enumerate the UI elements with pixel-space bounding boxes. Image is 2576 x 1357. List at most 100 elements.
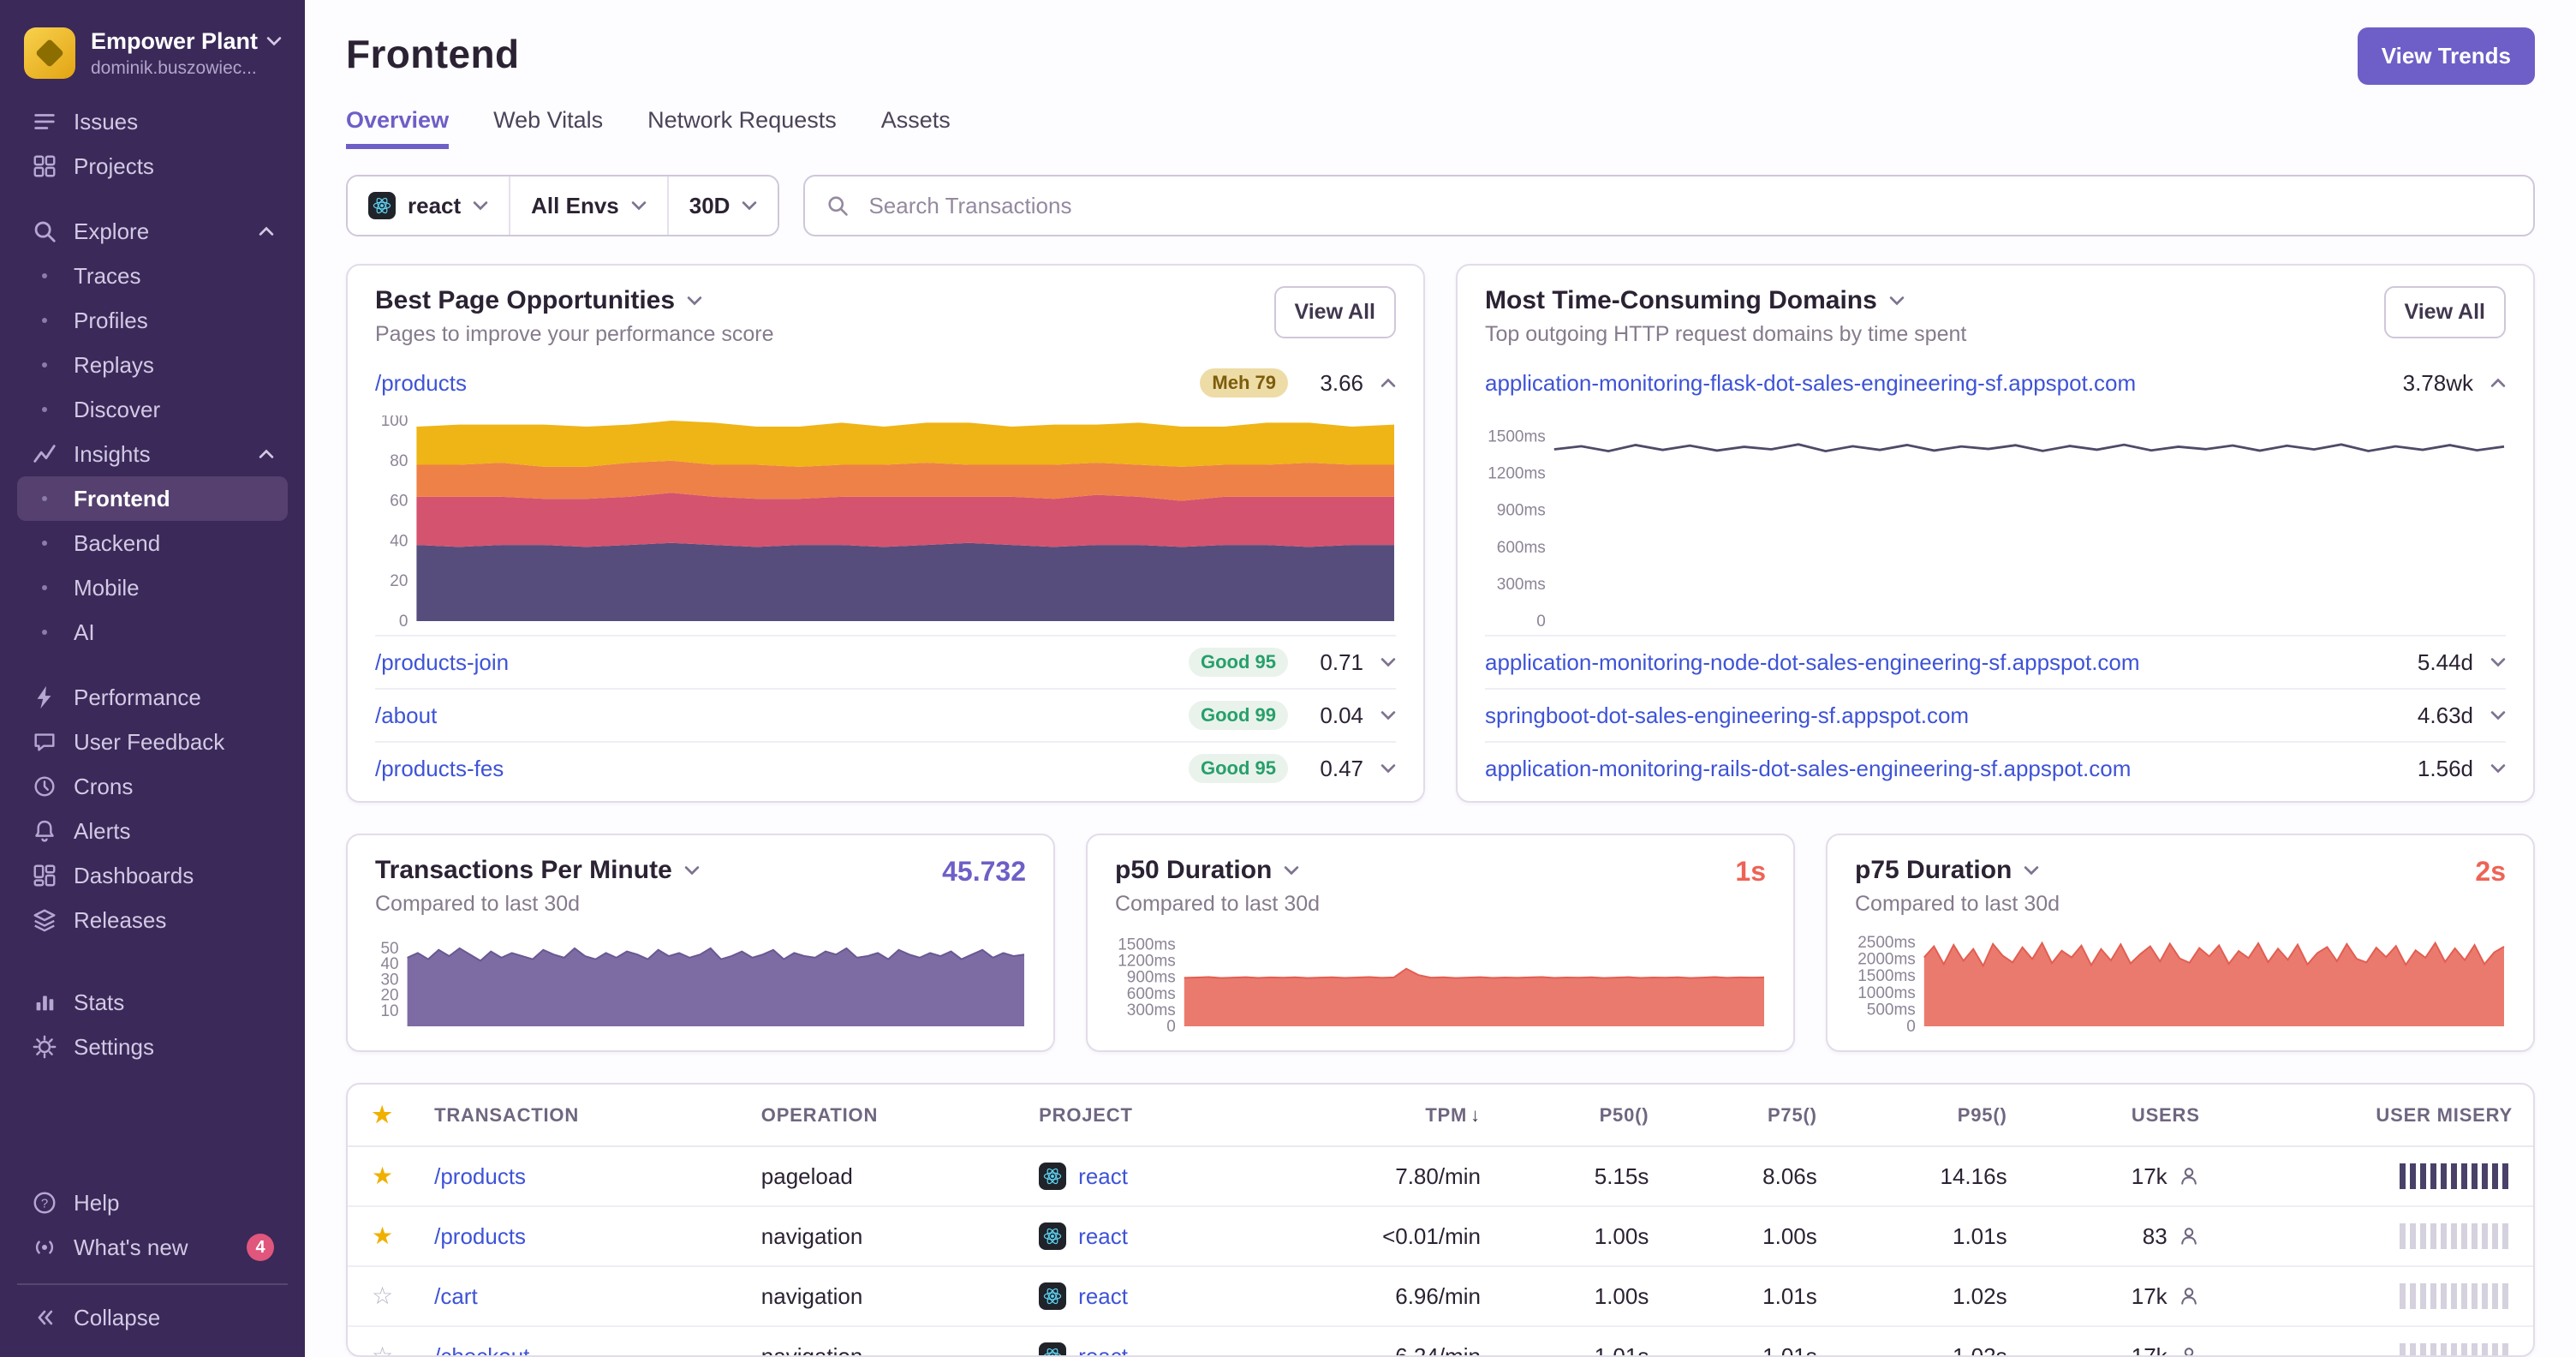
svg-text:20: 20 [390,572,408,590]
chevron-down-icon[interactable] [2490,657,2506,667]
org-switcher[interactable]: Empower Plant dominik.buszowiec... [0,14,305,99]
chevron-up-icon[interactable] [1380,378,1396,388]
svg-text:2500ms: 2500ms [1857,934,1916,952]
chevron-down-icon[interactable] [1284,865,1299,876]
transaction-link[interactable]: /checkout [434,1343,529,1356]
tab-assets[interactable]: Assets [881,107,951,149]
sidebar-section-explore[interactable]: Explore [17,209,288,254]
app-window: Empower Plant dominik.buszowiec... Issue… [0,0,2576,1357]
view-all-pages-button[interactable]: View All [1273,286,1396,338]
sidebar-item-frontend[interactable]: Frontend [17,476,288,521]
svg-text:900ms: 900ms [1497,502,1546,520]
sidebar-item-label: Stats [74,989,125,1015]
time-consuming-domains-panel: Most Time-Consuming Domains Top outgoing… [1456,264,2535,803]
sidebar-item-dashboards[interactable]: Dashboards [17,853,288,898]
domain-row-expanded[interactable]: application-monitoring-flask-dot-sales-e… [1485,354,2506,412]
metric-subtitle: Compared to last 30d [375,892,581,916]
sidebar-item-help[interactable]: ? Help [17,1181,288,1225]
p75-metric-card: p75 Duration 2s Compared to last 30d 0 50… [1826,834,2535,1052]
bar-chart-icon [31,989,58,1016]
sidebar-item-stats[interactable]: Stats [17,980,288,1025]
domain-link[interactable]: application-monitoring-rails-dot-sales-e… [1485,756,2131,782]
search-transactions-input[interactable] [865,190,2513,221]
view-trends-button[interactable]: View Trends [2357,27,2535,85]
chevron-down-icon[interactable] [684,865,700,876]
issues-icon [31,108,58,135]
sidebar-section-insights[interactable]: Insights [17,432,288,476]
sidebar-item-label: Frontend [74,485,170,511]
tab-overview[interactable]: Overview [346,107,449,149]
transaction-link[interactable]: /products [434,1163,526,1189]
domain-row[interactable]: application-monitoring-node-dot-sales-en… [1485,635,2506,688]
project-link[interactable]: react [1078,1163,1128,1190]
chevron-down-icon[interactable] [687,296,702,306]
p75-cell: 1.00s [1669,1206,1838,1267]
chevron-down-icon[interactable] [1380,763,1396,774]
page-row[interactable]: /products-fes Good 95 0.47 [375,741,1396,794]
page-link[interactable]: /about [375,702,437,729]
sidebar-item-performance[interactable]: Performance [17,675,288,720]
sidebar-item-releases[interactable]: Releases [17,898,288,942]
chevron-down-icon[interactable] [1380,710,1396,720]
sidebar-item-projects[interactable]: Projects [17,144,288,188]
tab-network-requests[interactable]: Network Requests [647,107,837,149]
project-link[interactable]: react [1078,1283,1128,1310]
star-toggle[interactable] [372,1342,393,1356]
users-count: 17k [2131,1282,2168,1309]
domain-link[interactable]: application-monitoring-flask-dot-sales-e… [1485,370,2136,397]
page-link[interactable]: /products [375,370,467,397]
page-link[interactable]: /products-fes [375,756,504,782]
tab-web-vitals[interactable]: Web Vitals [493,107,603,149]
domain-row[interactable]: springboot-dot-sales-engineering-sf.apps… [1485,688,2506,741]
chevron-down-icon[interactable] [2024,865,2039,876]
project-link[interactable]: react [1078,1343,1128,1356]
sidebar-item-replays[interactable]: Replays [17,343,288,387]
transaction-link[interactable]: /cart [434,1283,478,1309]
sidebar-item-alerts[interactable]: Alerts [17,809,288,853]
chevron-up-icon[interactable] [2490,378,2506,388]
chevron-down-icon[interactable] [1889,296,1905,306]
transaction-link[interactable]: /products [434,1223,526,1249]
p50-metric-card: p50 Duration 1s Compared to last 30d 0 30… [1086,834,1795,1052]
sidebar-item-issues[interactable]: Issues [17,99,288,144]
sidebar-collapse-button[interactable]: Collapse [17,1295,288,1340]
tpm-cell: 6.96/min [1255,1266,1501,1327]
sidebar-item-discover[interactable]: Discover [17,387,288,432]
page-row[interactable]: /about Good 99 0.04 [375,688,1396,741]
sidebar-item-ai[interactable]: AI [17,610,288,655]
sidebar-item-label: Projects [74,152,154,179]
sidebar-item-traces[interactable]: Traces [17,254,288,298]
chevron-down-icon[interactable] [1380,657,1396,667]
bullet-icon [31,630,58,635]
sidebar-item-mobile[interactable]: Mobile [17,565,288,610]
svg-text:300ms: 300ms [1497,576,1546,594]
domain-time-value: 3.78wk [2402,369,2473,396]
domain-link[interactable]: application-monitoring-node-dot-sales-en… [1485,649,2140,676]
star-toggle[interactable] [372,1222,393,1249]
env-filter[interactable]: All Envs [510,176,669,235]
svg-text:40: 40 [380,955,398,973]
project-link[interactable]: react [1078,1223,1128,1250]
sidebar-item-user-feedback[interactable]: User Feedback [17,720,288,764]
sidebar-item-crons[interactable]: Crons [17,764,288,809]
operation-cell: navigation [740,1326,1019,1355]
page-row-expanded[interactable]: /products Meh 79 3.66 [375,354,1396,412]
chevron-down-icon[interactable] [2490,710,2506,720]
sidebar-item-backend[interactable]: Backend [17,521,288,565]
domain-row[interactable]: application-monitoring-rails-dot-sales-e… [1485,741,2506,794]
star-toggle[interactable] [372,1163,393,1189]
sidebar-item-settings[interactable]: Settings [17,1025,288,1069]
page-row[interactable]: /products-join Good 95 0.71 [375,635,1396,688]
project-filter[interactable]: react [348,176,511,235]
page-link[interactable]: /products-join [375,649,509,676]
bullet-icon [31,541,58,546]
chevron-down-icon[interactable] [2490,763,2506,774]
view-all-domains-button[interactable]: View All [2383,286,2506,338]
date-range-filter[interactable]: 30D [668,176,778,235]
domain-link[interactable]: springboot-dot-sales-engineering-sf.apps… [1485,702,1969,729]
sidebar-item-whats-new[interactable]: What's new 4 [17,1225,288,1270]
col-tpm[interactable]: TPM ↓ [1255,1085,1501,1147]
star-toggle[interactable] [372,1282,393,1309]
metric-subtitle: Compared to last 30d [1115,892,1321,916]
sidebar-item-profiles[interactable]: Profiles [17,298,288,343]
